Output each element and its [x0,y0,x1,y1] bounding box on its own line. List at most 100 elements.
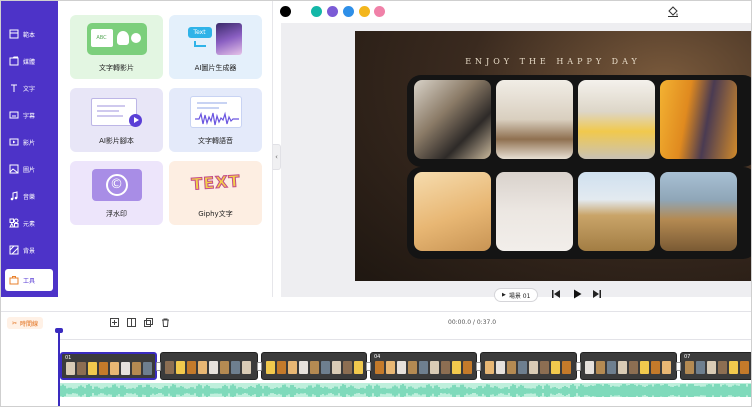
timeline-ruler[interactable] [59,334,751,340]
transition-handle[interactable] [156,362,161,371]
sidebar-item-label: 文字 [23,85,36,93]
clip-thumbnail [332,361,341,374]
tools-panel: ABC 文字轉影片 Text AI圖片生成器 AI影片腳本 文字轉語音 © 浮水… [58,1,273,297]
clip-number: 04 [374,354,381,360]
sidebar-item-text[interactable]: 文字 [5,77,53,99]
video-editor: 範本媒體文字字幕影片圖片音樂元素背景工具 ABC 文字轉影片 Text AI圖片… [0,0,752,407]
timeline-clip[interactable]: 07 [680,352,751,380]
clip-thumbnail [607,361,616,374]
clip-thumbnail [187,361,196,374]
clip-thumbnail [165,361,174,374]
sidebar-item-video[interactable]: 影片 [5,131,53,153]
sidebar-item-label: 媒體 [23,58,36,66]
transition-handle[interactable] [476,362,481,371]
tools-icon [9,276,19,285]
clip-thumbnail [209,361,218,374]
sidebar-item-background[interactable]: 背景 [5,239,53,261]
sidebar-item-label: 影片 [23,139,36,147]
clip-thumbnail [299,361,308,374]
sidebar-item-media[interactable]: 媒體 [5,50,53,72]
clip-thumbnail [718,361,727,374]
giphy-text-icon: TEXT [188,169,244,201]
clip-thumbnail [397,361,406,374]
timeline-clip[interactable] [480,352,577,380]
transition-handle[interactable] [257,362,262,371]
split-icon[interactable] [127,318,136,327]
clip-thumbnail [518,361,527,374]
collapse-panel-button[interactable]: ‹ [273,144,281,170]
watermark-card[interactable]: © 浮水印 [70,161,163,225]
sidebar-item-elements[interactable]: 元素 [5,212,53,234]
giphy-art-text: TEXT [190,171,241,194]
sidebar-item-label: 範本 [23,31,36,39]
transition-handle[interactable] [366,362,371,371]
photo-coffee-table[interactable] [496,80,573,159]
sidebar-item-subtitle[interactable]: 字幕 [5,104,53,126]
photo-sunflower-girl[interactable] [578,80,655,159]
template-icon [9,29,19,39]
sidebar: 範本媒體文字字幕影片圖片音樂元素背景工具 [1,1,58,297]
text-to-video-icon: ABC [86,23,147,55]
fill-color-icon[interactable] [667,5,679,17]
clip-thumbnail [266,361,275,374]
duplicate-icon[interactable] [144,318,153,327]
ai-image-generator-card[interactable]: Text AI圖片生成器 [169,15,262,79]
delete-icon[interactable] [161,318,170,327]
next-icon[interactable] [592,289,602,299]
sidebar-item-template[interactable]: 範本 [5,23,53,45]
video-icon [9,138,19,146]
scene-selector[interactable]: ▶ 場景 01 [494,288,539,302]
timeline-tab[interactable]: ✂ 時間線 [7,317,44,329]
sidebar-item-label: 音樂 [23,193,36,201]
photo-deer[interactable] [660,172,737,251]
clip-thumbnail [430,361,439,374]
play-small-icon: ▶ [502,292,506,298]
photo-wheat-field[interactable] [578,172,655,251]
photo-white-shapes[interactable] [496,172,573,251]
watermark-icon: © [91,169,142,201]
ai-video-script-card[interactable]: AI影片腳本 [70,88,163,152]
photo-pear[interactable] [414,172,491,251]
add-clip-icon[interactable] [110,318,119,327]
clip-thumbnail [696,361,705,374]
clip-thumbnail [463,361,472,374]
card-label: 文字轉語音 [198,137,233,145]
clip-thumbnail [110,362,119,375]
timeline: ✂ 時間線 00:00.0 / 0:37.0 01 04 07 [1,311,751,406]
canvas-area: ENJOY THE HAPPY DAY [281,23,751,297]
timeline-clip[interactable] [261,352,367,380]
photo-hat-woman[interactable] [660,80,737,159]
transition-handle[interactable] [676,362,681,371]
text-icon [11,84,17,92]
timeline-clip[interactable] [580,352,677,380]
playhead[interactable] [58,330,60,406]
clip-thumbnail [618,361,627,374]
sidebar-item-label: 工具 [23,277,36,285]
clip-thumbnail [419,361,428,374]
color-swatch[interactable] [327,6,338,17]
audio-track[interactable] [59,383,751,397]
text-to-video-card[interactable]: ABC 文字轉影片 [70,15,163,79]
slide-title[interactable]: ENJOY THE HAPPY DAY [355,57,751,66]
clip-thumbnail [386,361,395,374]
clip-thumbnail [198,361,207,374]
color-swatch[interactable] [374,6,385,17]
play-icon[interactable] [572,289,582,299]
sidebar-item-image[interactable]: 圖片 [5,158,53,180]
timeline-clip[interactable]: 04 [370,352,477,380]
text-to-speech-card[interactable]: 文字轉語音 [169,88,262,152]
sidebar-item-music[interactable]: 音樂 [5,185,53,207]
color-swatch[interactable] [311,6,322,17]
timeline-clip[interactable] [160,352,258,380]
video-slide[interactable]: ENJOY THE HAPPY DAY [355,31,751,281]
clip-thumbnail [343,361,352,374]
color-swatch[interactable] [280,6,291,17]
sidebar-item-tools[interactable]: 工具 [5,269,53,291]
transition-handle[interactable] [576,362,581,371]
color-swatch[interactable] [343,6,354,17]
color-swatch[interactable] [359,6,370,17]
previous-icon[interactable] [551,289,561,299]
timeline-clip[interactable]: 01 [60,352,157,380]
photo-friends[interactable] [414,80,491,159]
giphy-text-card[interactable]: TEXT Giphy文字 [169,161,262,225]
